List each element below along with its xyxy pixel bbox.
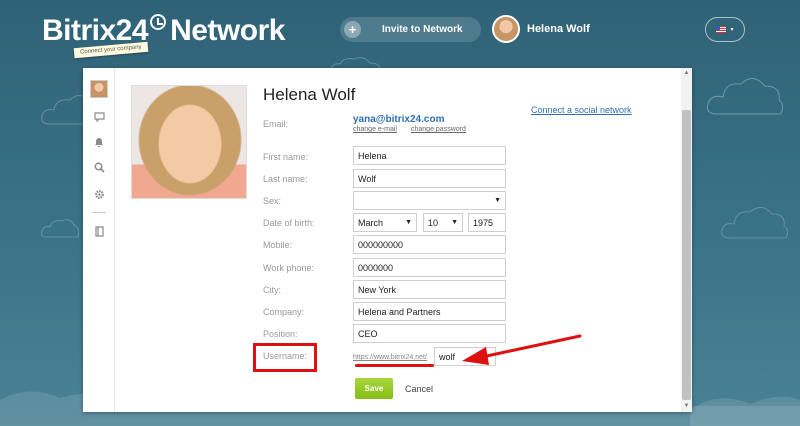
scrollbar-thumb[interactable] — [682, 110, 691, 400]
city-label: City: — [263, 285, 281, 295]
profile-panel: Helena Wolf Connect a social network Ema… — [83, 68, 692, 412]
bell-icon — [95, 137, 103, 147]
language-selector[interactable]: ▾ — [705, 17, 745, 42]
sidebar-item-messages[interactable] — [90, 108, 108, 126]
annotation-arrow-icon — [462, 334, 582, 365]
dob-label: Date of birth: — [263, 218, 315, 228]
clock-icon — [150, 14, 167, 30]
change-email-link[interactable]: change e-mail — [353, 126, 397, 133]
chevron-down-icon: ▼ — [494, 197, 501, 204]
chevron-down-icon: ▼ — [451, 219, 458, 226]
sidebar-divider — [92, 212, 106, 213]
sidebar-item-notifications[interactable] — [90, 133, 108, 151]
chevron-down-icon: ▼ — [405, 219, 412, 226]
company-field[interactable]: Helena and Partners — [353, 302, 506, 321]
invite-to-network-button[interactable]: + Invite to Network — [340, 17, 481, 42]
mobile-label: Mobile: — [263, 240, 293, 250]
plus-icon: + — [344, 21, 361, 38]
email-value: yana@bitrix24.com — [353, 114, 445, 125]
work-phone-label: Work phone: — [263, 263, 314, 273]
last-name-field[interactable]: Wolf — [353, 169, 506, 188]
mobile-field[interactable]: 000000000 — [353, 235, 506, 254]
user-name: Helena Wolf — [527, 23, 590, 35]
sidebar-item-profile[interactable] — [90, 80, 108, 98]
search-icon — [94, 162, 105, 173]
highlight-box — [253, 343, 317, 372]
sidebar-item-settings[interactable] — [90, 185, 108, 203]
profile-photo[interactable] — [131, 85, 247, 199]
first-name-label: First name: — [263, 152, 309, 162]
scroll-down-icon[interactable]: ▼ — [683, 403, 690, 410]
chat-icon — [93, 112, 105, 122]
sidebar — [83, 68, 115, 412]
dob-day-value: 10 — [428, 217, 439, 228]
company-label: Company: — [263, 307, 305, 317]
avatar — [492, 15, 520, 43]
user-menu[interactable]: Helena Wolf — [492, 15, 590, 43]
highlight-underline — [355, 364, 434, 367]
cloud-decoration — [40, 215, 80, 241]
cloud-decoration — [720, 200, 790, 244]
door-icon — [94, 225, 104, 237]
change-password-link[interactable]: change password — [411, 126, 466, 133]
cloud-decoration — [705, 70, 785, 120]
sex-label: Sex: — [263, 196, 282, 206]
email-label: Email: — [263, 119, 289, 129]
page-title: Helena Wolf — [263, 85, 356, 104]
work-phone-field[interactable]: 0000000 — [353, 258, 506, 277]
sex-select[interactable]: ▼ — [353, 191, 506, 210]
sidebar-item-search[interactable] — [90, 158, 108, 176]
scroll-up-icon[interactable]: ▲ — [683, 70, 690, 77]
dob-month-select[interactable]: March ▼ — [353, 213, 417, 232]
logo-network-text: Network — [170, 14, 285, 47]
sidebar-item-logout[interactable] — [90, 222, 108, 240]
scrollbar[interactable]: ▲ ▼ — [681, 68, 692, 412]
first-name-field[interactable]: Helena — [353, 146, 506, 165]
position-label: Position: — [263, 329, 298, 339]
city-field[interactable]: New York — [353, 280, 506, 299]
save-button[interactable]: Save — [355, 378, 393, 399]
invite-label: Invite to Network — [382, 24, 463, 35]
dob-month-value: March — [358, 217, 384, 228]
bitrix24-logo[interactable]: Bitrix24 Network — [42, 14, 285, 48]
chevron-down-icon: ▾ — [730, 27, 734, 33]
dob-day-select[interactable]: 10 ▼ — [423, 213, 463, 232]
cancel-button[interactable]: Cancel — [405, 384, 433, 394]
us-flag-icon — [716, 26, 727, 33]
username-url-prefix: https://www.bitrix24.net/ — [353, 354, 427, 361]
connect-social-link[interactable]: Connect a social network — [531, 105, 632, 115]
gear-icon — [94, 189, 104, 199]
dob-year-field[interactable]: 1975 — [468, 213, 506, 232]
last-name-label: Last name: — [263, 174, 308, 184]
